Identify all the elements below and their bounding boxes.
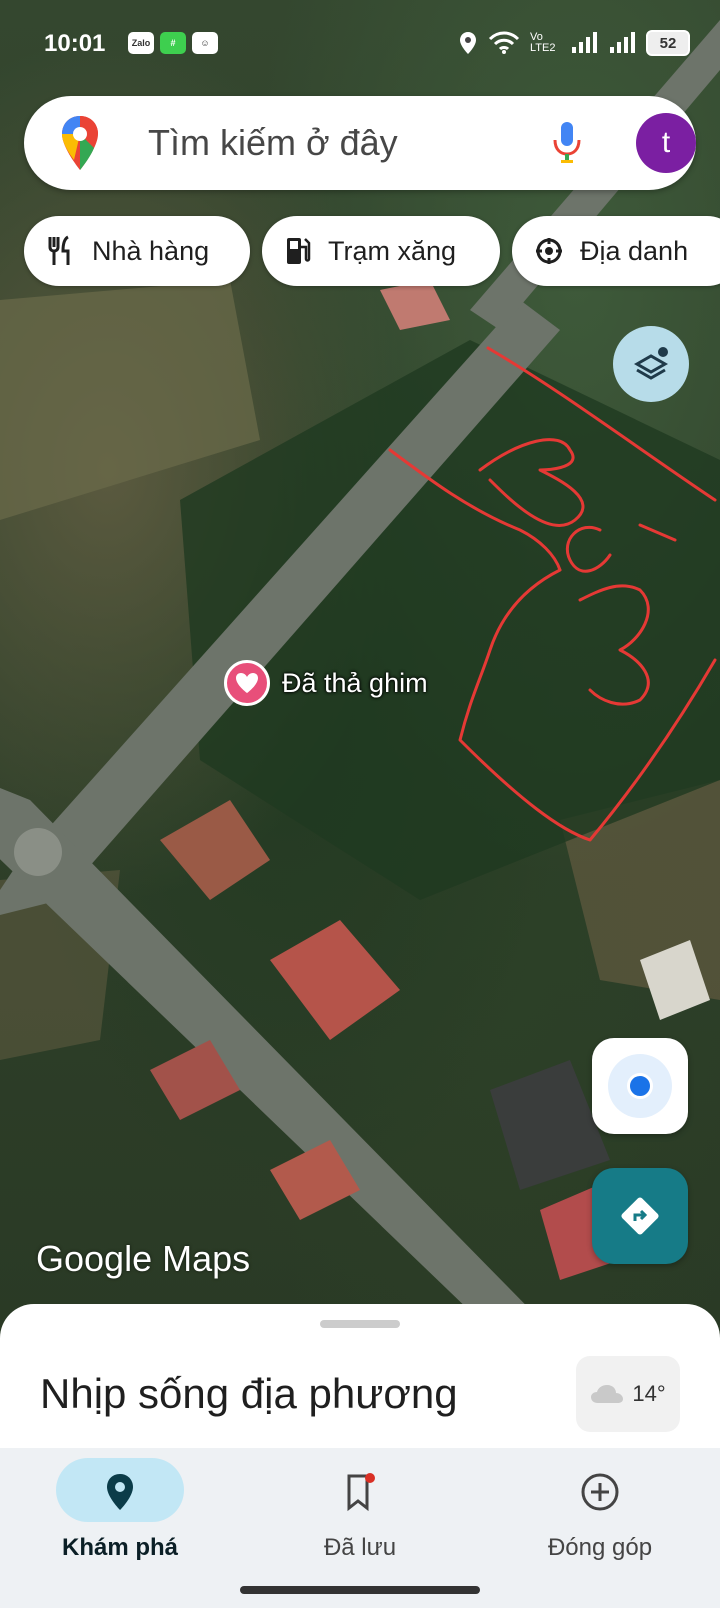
home-indicator[interactable] [240, 1586, 480, 1594]
chip-restaurants[interactable]: Nhà hàng [24, 216, 250, 286]
bookmark-icon [347, 1473, 375, 1512]
directions-icon [621, 1197, 659, 1235]
sheet-title: Nhịp sống địa phương [40, 1370, 458, 1417]
notification-dot [365, 1473, 375, 1483]
nav-label: Khám phá [61, 1534, 178, 1561]
nav-label: Đóng góp [547, 1534, 653, 1561]
chip-label: Trạm xăng [328, 235, 457, 266]
directions-button[interactable] [592, 1168, 688, 1264]
signal-2-icon [610, 32, 635, 53]
nav-saved[interactable]: Đã lưu [240, 1448, 480, 1568]
bottom-navigation: Khám phá Đã lưu Đóng góp [0, 1448, 720, 1608]
google-maps-logo-icon [62, 116, 98, 170]
signal-icon [572, 32, 597, 53]
chip-gas-stations[interactable]: Trạm xăng [262, 216, 500, 286]
add-circle-icon [581, 1473, 619, 1511]
status-right: Vo LTE2 52 [458, 30, 690, 56]
my-location-button[interactable] [592, 1038, 688, 1134]
pin-label: Đã thả ghim [282, 667, 428, 698]
chip-label: Địa danh [580, 235, 689, 266]
weather-temp: 14° [632, 1381, 666, 1406]
nav-contribute[interactable]: Đóng góp [480, 1448, 720, 1568]
status-time: 10:01 [44, 30, 106, 57]
location-status-icon [460, 32, 476, 54]
explore-pin-icon [107, 1474, 133, 1510]
layers-button[interactable] [613, 326, 689, 402]
battery-icon: 52 [646, 30, 690, 56]
cloud-icon [591, 1385, 624, 1403]
nav-explore[interactable]: Khám phá [0, 1448, 240, 1568]
network-label: Vo LTE2 [530, 31, 556, 54]
chip-label: Nhà hàng [92, 235, 210, 266]
my-location-icon [608, 1054, 672, 1118]
gas-station-icon [287, 238, 311, 264]
nav-label: Đã lưu [323, 1534, 397, 1561]
fork-knife-icon [48, 235, 70, 265]
microphone-icon[interactable] [552, 120, 582, 166]
zalo-icon: Zalo [128, 32, 154, 54]
heart-icon [224, 660, 270, 706]
status-bar: 10:01 Zalo # ☺ Vo LTE2 52 [0, 0, 720, 90]
weather-badge[interactable]: 14° [576, 1356, 680, 1432]
google-maps-watermark: Google Maps [36, 1238, 251, 1279]
drag-handle[interactable] [320, 1320, 400, 1328]
landmark-icon [536, 238, 562, 264]
layers-icon [633, 347, 669, 380]
wifi-icon [488, 31, 520, 54]
search-input[interactable]: Tìm kiếm ở đây [148, 122, 398, 164]
dropped-pin[interactable]: Đã thả ghim [224, 660, 428, 706]
account-avatar[interactable]: t [636, 113, 696, 173]
messenger-app-icon: # [160, 32, 186, 54]
status-app-icons: Zalo # ☺ [128, 32, 218, 54]
smile-app-icon: ☺ [192, 32, 218, 54]
chip-landmarks[interactable]: Địa danh [512, 216, 720, 286]
search-bar[interactable]: Tìm kiếm ở đây t [24, 96, 696, 190]
